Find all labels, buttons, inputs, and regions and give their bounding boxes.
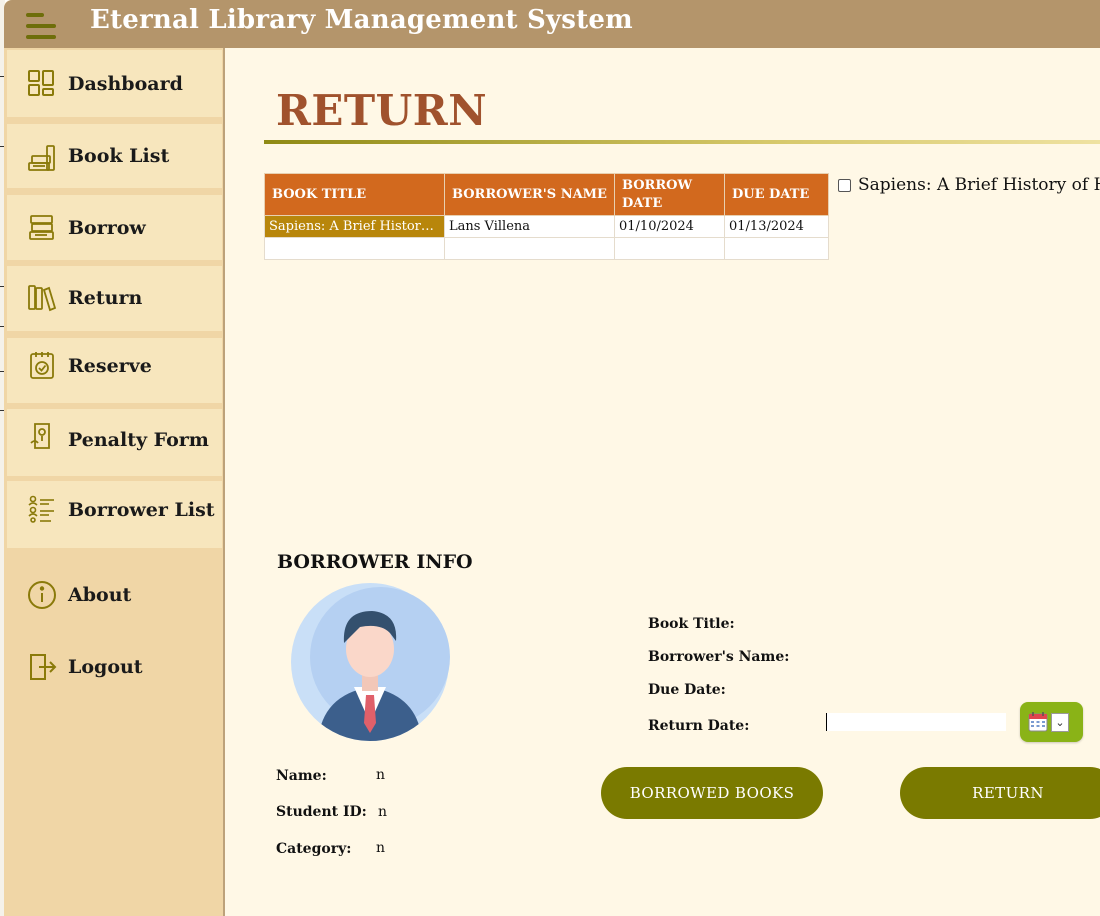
sidebar-item-borrower-list[interactable]: Borrower List	[7, 481, 222, 548]
people-list-icon	[28, 495, 54, 523]
borrower-info-heading: BORROWER INFO	[277, 551, 473, 573]
student-id-label: Student ID:	[276, 804, 367, 820]
return-date-label: Return Date:	[648, 718, 750, 734]
column-header[interactable]: BORROWER'S NAME	[444, 173, 615, 216]
return-button[interactable]: RETURN	[900, 767, 1100, 819]
sidebar-item-reserve[interactable]: Reserve	[7, 338, 222, 403]
checkbox-label: Sapiens: A Brief History of H	[858, 175, 1100, 195]
sidebar-item-logout[interactable]: Logout	[7, 645, 222, 693]
book-title-label: Book Title:	[648, 616, 735, 632]
books-icon	[29, 215, 54, 240]
chevron-down-icon[interactable]: ⌄	[1051, 713, 1069, 732]
avatar	[291, 583, 450, 741]
category-value: n	[376, 840, 386, 856]
sidebar-item-book-list[interactable]: Book List	[7, 124, 222, 188]
calendar-icon	[1028, 712, 1048, 732]
return-date-input[interactable]	[826, 713, 1006, 731]
dashboard-icon	[28, 70, 54, 96]
info-icon	[28, 581, 56, 609]
borrowed-books-button[interactable]: BORROWED BOOKS	[601, 767, 823, 819]
table-row[interactable]: Sapiens: A Brief History of Humankind La…	[264, 215, 829, 238]
sidebar-item-label: About	[68, 584, 132, 606]
app-title: Eternal Library Management System	[90, 5, 633, 35]
table-cell-borrow-date[interactable]: 01/10/2024	[614, 215, 725, 238]
sidebar-item-label: Return	[68, 287, 143, 309]
app-window: Eternal Library Management System Dashbo…	[4, 0, 1100, 916]
bookshelf-icon	[28, 285, 57, 312]
table-cell-borrower-name[interactable]: Lans Villena	[444, 215, 615, 238]
table-cell[interactable]	[724, 237, 829, 260]
category-label: Category:	[276, 841, 352, 857]
name-value: n	[376, 767, 386, 783]
table-cell[interactable]	[444, 237, 615, 260]
logout-icon	[30, 654, 57, 680]
student-id-value: n	[378, 804, 388, 820]
sidebar: Dashboard Book List Borrow Return Reserv…	[4, 48, 225, 916]
sidebar-item-label: Borrower List	[68, 499, 215, 521]
page-title: RETURN	[276, 86, 488, 135]
sidebar-item-label: Penalty Form	[68, 429, 209, 451]
book-checkbox-item[interactable]: Sapiens: A Brief History of H	[838, 175, 1100, 195]
return-table: BOOK TITLE BORROWER'S NAME BORROW DATE D…	[264, 173, 829, 260]
name-label: Name:	[276, 768, 327, 784]
sidebar-item-label: Borrow	[68, 217, 146, 239]
table-cell[interactable]	[614, 237, 725, 260]
table-header-row: BOOK TITLE BORROWER'S NAME BORROW DATE D…	[264, 173, 829, 216]
sidebar-item-label: Book List	[68, 145, 170, 167]
sidebar-item-label: Logout	[68, 656, 143, 678]
checkbox[interactable]	[838, 178, 851, 192]
table-cell-due-date[interactable]: 01/13/2024	[724, 215, 829, 238]
penalty-icon	[30, 423, 50, 449]
sidebar-item-dashboard[interactable]: Dashboard	[7, 50, 222, 117]
title-bar: Eternal Library Management System	[4, 0, 1100, 48]
sidebar-item-borrow[interactable]: Borrow	[7, 195, 222, 260]
hamburger-menu-icon[interactable]	[26, 13, 56, 39]
table-row-empty[interactable]	[264, 237, 829, 260]
sidebar-item-return[interactable]: Return	[7, 266, 222, 331]
column-header[interactable]: DUE DATE	[724, 173, 829, 216]
borrower-name-label: Borrower's Name:	[648, 649, 790, 665]
sidebar-item-about[interactable]: About	[7, 572, 222, 620]
book-stack-icon	[28, 145, 55, 171]
table-cell[interactable]	[264, 237, 445, 260]
main-content: RETURN BOOK TITLE BORROWER'S NAME BORROW…	[225, 48, 1100, 916]
calendar-check-icon	[30, 352, 54, 379]
column-header[interactable]: BOOK TITLE	[264, 173, 445, 216]
table-cell-book-title[interactable]: Sapiens: A Brief History of Humankind	[264, 215, 445, 238]
date-picker-button[interactable]: ⌄	[1020, 702, 1083, 742]
column-header[interactable]: BORROW DATE	[614, 173, 725, 216]
sidebar-item-label: Reserve	[68, 355, 152, 377]
due-date-label: Due Date:	[648, 682, 726, 698]
sidebar-item-label: Dashboard	[68, 73, 183, 95]
title-divider	[264, 140, 1100, 144]
sidebar-item-penalty-form[interactable]: Penalty Form	[7, 409, 222, 476]
